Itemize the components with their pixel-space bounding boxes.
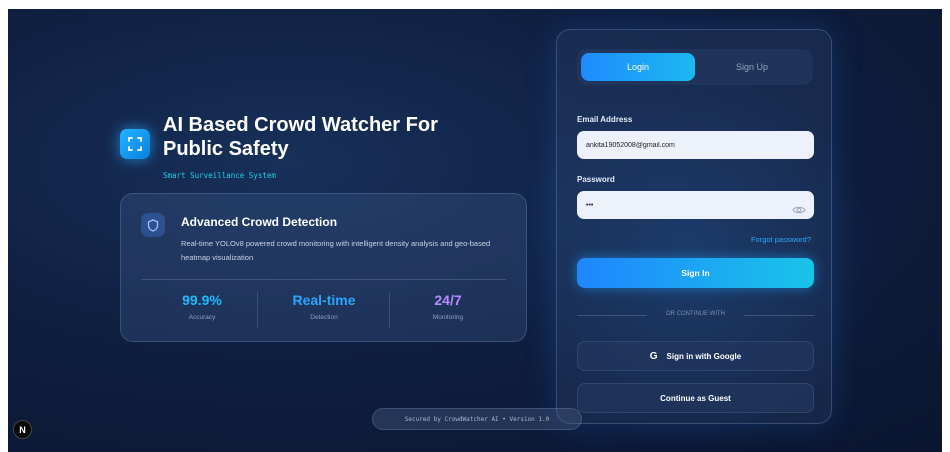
footer-version: Secured by CrowdWatcher AI • Version 1.0 [372, 408, 582, 430]
feature-card: Advanced Crowd Detection Real-time YOLOv… [120, 193, 527, 342]
stat-separator [257, 292, 258, 328]
sign-in-button[interactable]: Sign In [577, 258, 814, 288]
password-field[interactable] [577, 191, 814, 219]
stat-label: Monitoring [432, 314, 464, 321]
stat-monitoring: 24/7 Monitoring [393, 292, 503, 321]
stat-accuracy: 99.9% Accuracy [147, 292, 257, 321]
page-subtitle: Smart Surveillance System [163, 171, 276, 180]
feature-description: Real-time YOLOv8 powered crowd monitorin… [181, 239, 491, 262]
stat-detection: Real-time Detection [269, 292, 379, 321]
feature-title: Advanced Crowd Detection [181, 215, 338, 229]
stat-label: Accuracy [188, 314, 216, 321]
email-label: Email Address [577, 115, 633, 124]
tab-signup[interactable]: Sign Up [695, 53, 809, 81]
google-icon: G [649, 350, 658, 362]
tab-login[interactable]: Login [581, 53, 695, 81]
stat-value: 99.9% [182, 292, 222, 308]
stats-divider [141, 279, 506, 280]
divider-line [744, 315, 814, 316]
shield-icon [141, 213, 165, 237]
forgot-password-link[interactable]: Forgot password? [751, 235, 811, 244]
or-text: OR CONTINUE WITH [666, 311, 725, 317]
email-field[interactable] [577, 131, 814, 159]
scan-frame-icon [120, 129, 150, 159]
password-label: Password [577, 175, 615, 184]
page-title: AI Based Crowd Watcher For Public Safety [163, 114, 438, 160]
google-sign-in-button[interactable]: G Sign in with Google [577, 341, 814, 371]
eye-icon[interactable] [792, 202, 806, 214]
auth-tabs: Login Sign Up [577, 49, 813, 85]
stat-value: Real-time [292, 292, 356, 308]
stat-separator [389, 292, 390, 328]
google-button-label: Sign in with Google [666, 351, 742, 361]
dev-badge-icon[interactable]: N [13, 420, 32, 439]
stat-value: 24/7 [434, 292, 462, 308]
guest-button[interactable]: Continue as Guest [577, 383, 814, 413]
auth-panel: Login Sign Up Email Address Password For… [556, 29, 832, 424]
stat-label: Detection [310, 314, 338, 321]
or-divider: OR CONTINUE WITH [577, 310, 814, 320]
